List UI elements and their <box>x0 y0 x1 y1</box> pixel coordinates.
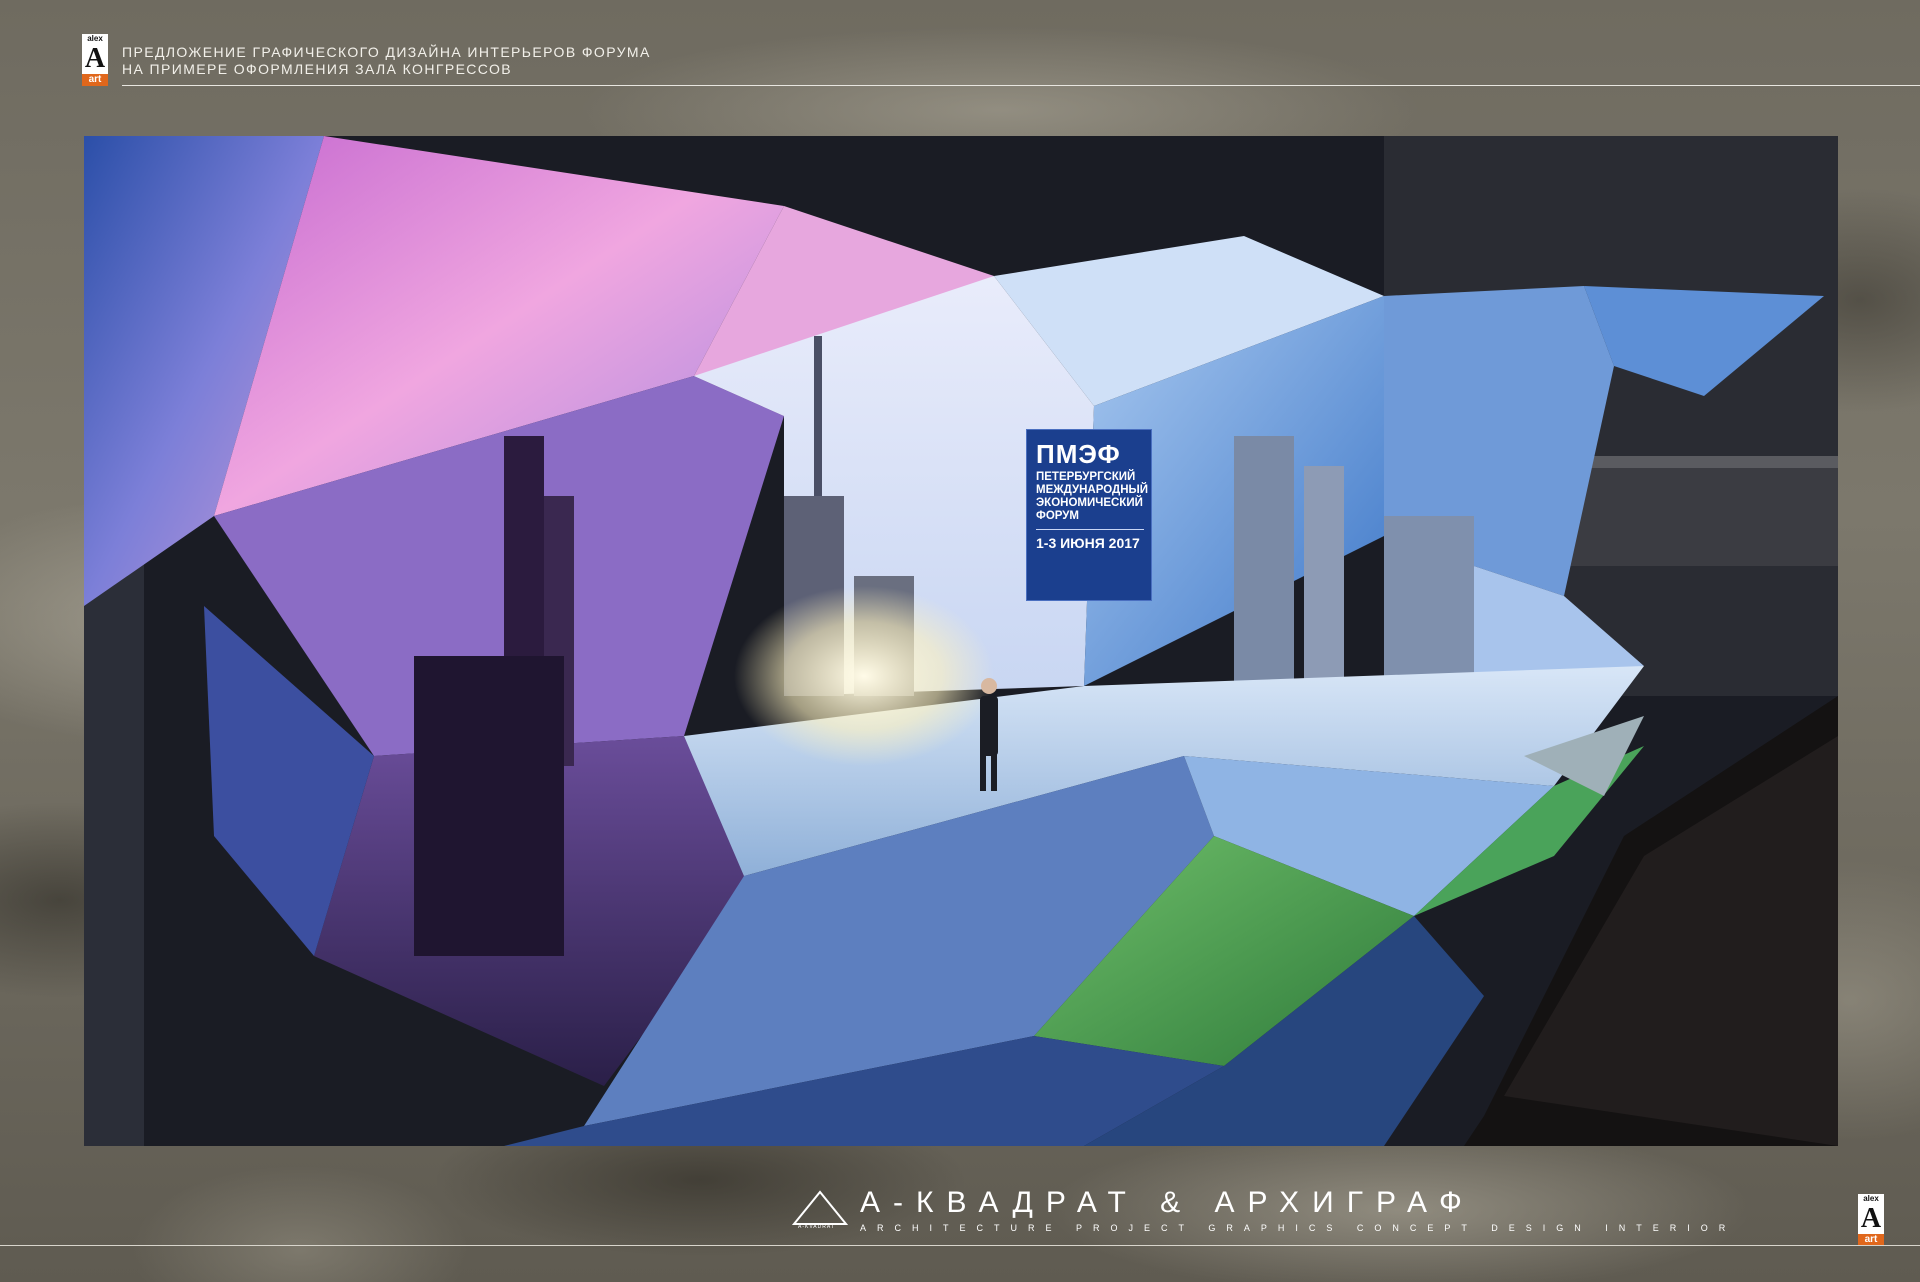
brand-name: А-КВАДРАТ & АРХИГРАФ <box>860 1186 1475 1219</box>
a-kvadrat-mark-icon <box>791 1190 849 1225</box>
sign-date: 1-3 ИЮНЯ 2017 <box>1036 535 1140 551</box>
forum-stage-sign: ПМЭФ ПЕТЕРБУРГСКИЙ МЕЖДУНАРОДНЫЙ ЭКОНОМИ… <box>1026 429 1152 601</box>
page-title: ПРЕДЛОЖЕНИЕ ГРАФИЧЕСКОГО ДИЗАЙНА ИНТЕРЬЕ… <box>122 44 651 78</box>
header-divider <box>122 85 1920 86</box>
stage-photo: ПМЭФ ПЕТЕРБУРГСКИЙ МЕЖДУНАРОДНЫЙ ЭКОНОМИ… <box>84 136 1838 1146</box>
sign-acronym: ПМЭФ <box>1036 439 1121 469</box>
footer-alexart-logo: alex A art <box>1858 1194 1884 1246</box>
sign-line-4: ФОРУМ <box>1036 510 1080 522</box>
header: alex A art ПРЕДЛОЖЕНИЕ ГРАФИЧЕСКОГО ДИЗА… <box>82 34 1920 86</box>
footer-logo-letter: A <box>1858 1204 1884 1234</box>
sign-name: ПЕТЕРБУРГСКИЙ МЕЖДУНАРОДНЫЙ ЭКОНОМИЧЕСКИ… <box>1036 471 1149 523</box>
mark-caption: A-KVADRAT <box>798 1224 835 1230</box>
logo-letter: A <box>82 44 108 74</box>
brand-tagline: ARCHITECTURE PROJECT GRAPHICS CONCEPT DE… <box>860 1223 1737 1233</box>
logo-bottom-text: art <box>82 74 108 86</box>
sign-line-3: ЭКОНОМИЧЕСКИЙ <box>1036 497 1143 509</box>
sign-line-1: ПЕТЕРБУРГСКИЙ <box>1036 471 1136 483</box>
sign-line-2: МЕЖДУНАРОДНЫЙ <box>1036 484 1149 496</box>
title-line-2: НА ПРИМЕРЕ ОФОРМЛЕНИЯ ЗАЛА КОНГРЕССОВ <box>122 61 513 77</box>
brand-footer: A-KVADRAT А-КВАДРАТ & АРХИГРАФ ARCHITECT… <box>790 1186 1850 1236</box>
title-line-1: ПРЕДЛОЖЕНИЕ ГРАФИЧЕСКОГО ДИЗАЙНА ИНТЕРЬЕ… <box>122 44 651 60</box>
stage-illustration <box>84 136 1838 1146</box>
alexart-logo: alex A art <box>82 34 108 86</box>
footer-divider <box>0 1245 1920 1246</box>
sign-divider <box>1036 529 1144 530</box>
